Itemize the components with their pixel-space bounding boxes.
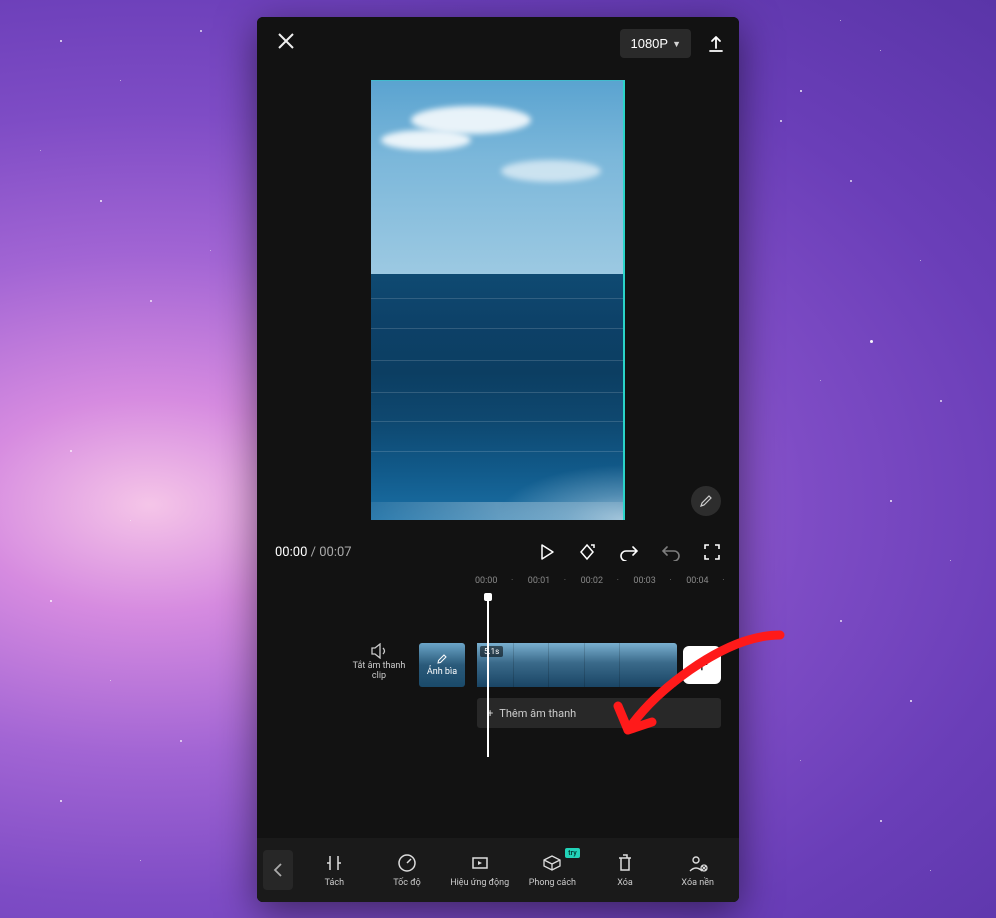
video-preview [257,66,739,534]
speed-icon [397,852,417,874]
time-ruler[interactable]: 00:00 00:01 00:02 00:03 00:04 [257,570,739,592]
pencil-icon [436,653,448,665]
preview-ocean [371,274,625,520]
back-button[interactable] [263,850,293,890]
add-audio-label: Thêm âm thanh [499,707,576,720]
redo-icon [661,543,681,561]
resolution-label: 1080P [630,36,668,51]
add-clip-button[interactable]: + [683,646,721,684]
video-clip-tail[interactable] [655,643,677,687]
playback-controls [539,542,721,562]
bottom-toolbar: Tách Tốc độ Hiệu ứng động try Phong cách… [257,838,739,902]
add-audio-button[interactable]: + Thêm âm thanh [477,698,721,728]
ruler-tick: 00:02 [581,576,634,586]
export-icon [707,35,725,53]
style-tool[interactable]: try Phong cách [517,852,588,888]
tool-label: Xóa nền [681,878,714,888]
top-bar: 1080P ▼ [257,17,739,66]
mute-clip-button[interactable]: Tắt âm thanh clip [351,643,407,687]
video-clip[interactable]: 5.1s [477,643,655,687]
ruler-tick: 00:04 [686,576,739,586]
speed-tool[interactable]: Tốc độ [372,852,443,888]
speaker-icon [370,643,388,659]
time-display: 00:00 / 00:07 [275,545,352,560]
play-button[interactable] [539,543,555,561]
fullscreen-icon [703,543,721,561]
ruler-tick: 00:03 [633,576,686,586]
mute-label: Tắt âm thanh clip [351,662,407,682]
split-tool[interactable]: Tách [299,852,370,888]
remove-bg-icon [687,852,709,874]
style-icon [541,852,563,874]
preview-sky [371,80,625,274]
animation-tool[interactable]: Hiệu ứng động [444,852,515,888]
fullscreen-button[interactable] [703,543,721,561]
split-icon [324,852,344,874]
plus-icon: + [696,653,708,678]
animation-icon [470,852,490,874]
remove-bg-tool[interactable]: Xóa nền [662,852,733,888]
ruler-tick: 00:00 [475,576,528,586]
keyframe-button[interactable] [577,542,597,562]
phone-frame: 1080P ▼ [257,17,739,902]
pencil-icon [699,494,713,508]
tool-label: Phong cách [529,878,576,888]
current-time: 00:00 [275,545,307,560]
close-icon [277,32,295,50]
redo-button[interactable] [661,543,681,561]
tool-label: Xóa [617,878,633,888]
resolution-button[interactable]: 1080P ▼ [620,29,691,58]
play-icon [539,543,555,561]
chevron-left-icon [273,862,283,878]
edit-preview-button[interactable] [691,486,721,516]
playback-bar: 00:00 / 00:07 [257,534,739,570]
timeline: Tắt âm thanh clip Ảnh bìa 5.1s [257,592,739,792]
delete-tool[interactable]: Xóa [590,852,661,888]
cover-image-button[interactable]: Ảnh bìa [419,643,465,687]
tool-label: Hiệu ứng động [450,878,509,888]
export-button[interactable] [707,35,725,53]
top-right-controls: 1080P ▼ [620,29,725,58]
video-frame[interactable] [371,80,625,520]
close-button[interactable] [271,27,301,60]
tool-label: Tốc độ [393,878,421,888]
undo-button[interactable] [619,543,639,561]
ruler-tick: 00:01 [528,576,581,586]
total-time: 00:07 [319,545,351,560]
chevron-down-icon: ▼ [672,39,681,49]
clip-duration-badge: 5.1s [480,646,503,657]
cover-label: Ảnh bìa [427,667,457,677]
playhead[interactable] [487,595,489,757]
tool-label: Tách [325,878,344,888]
keyframe-icon [577,542,597,562]
undo-icon [619,543,639,561]
video-editor-app: 1080P ▼ [257,17,739,902]
try-badge: try [565,848,579,858]
trash-icon [616,852,634,874]
